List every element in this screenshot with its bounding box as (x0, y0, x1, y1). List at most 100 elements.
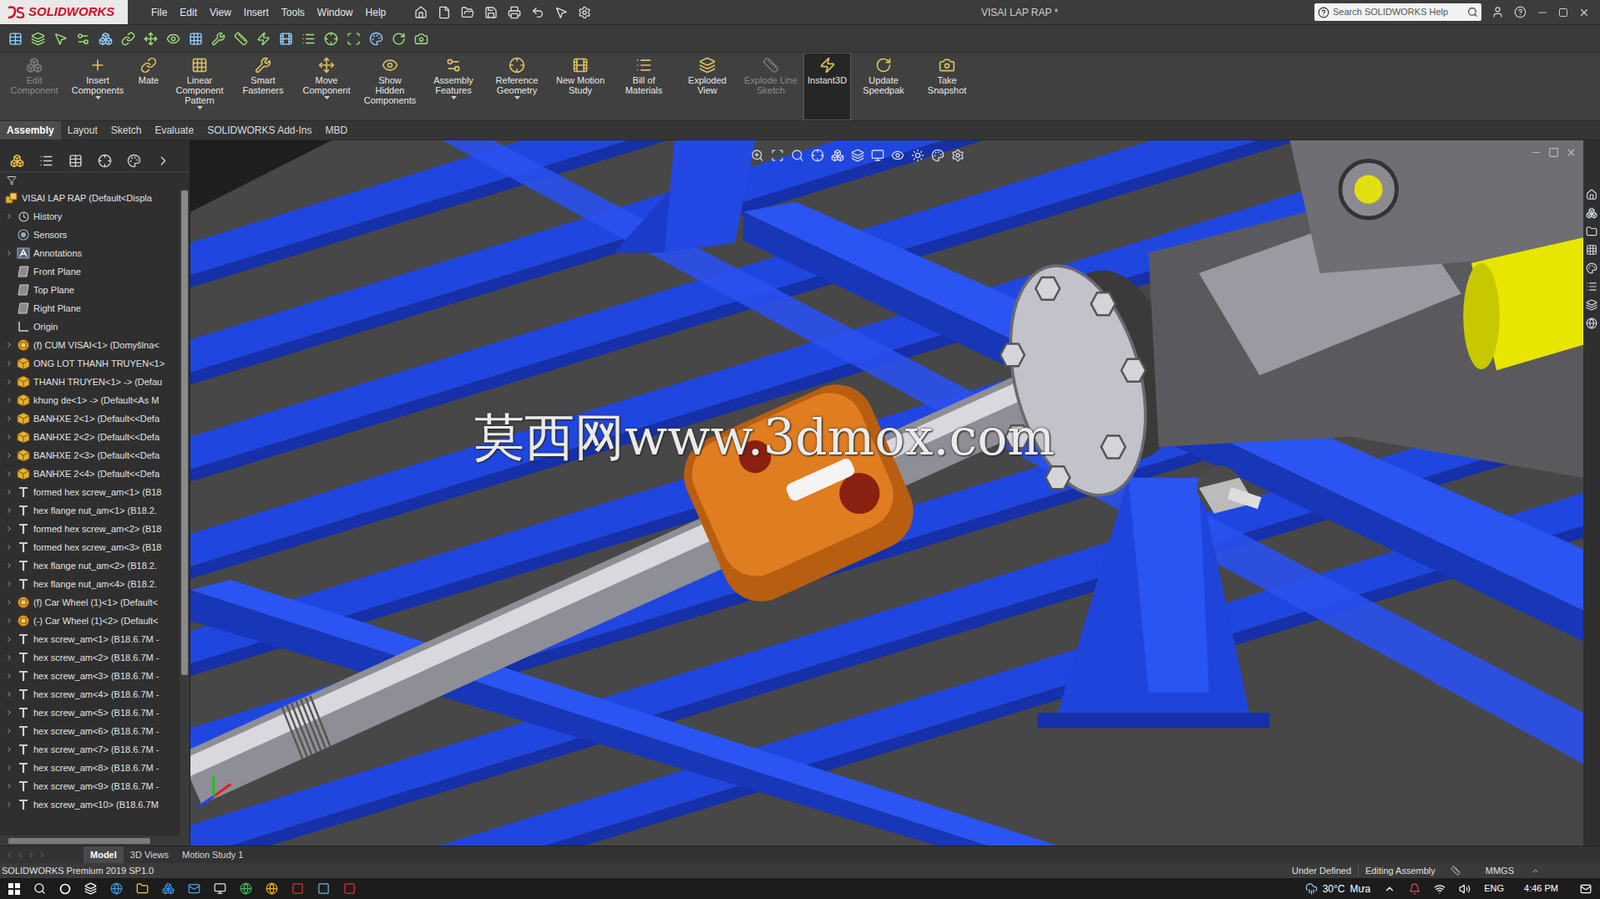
user-icon[interactable] (1491, 5, 1504, 19)
quick-access-icon[interactable] (531, 5, 545, 20)
unit-system[interactable]: MMGS (1468, 863, 1531, 878)
bottom-tab[interactable]: Model (83, 845, 124, 863)
expand-icon[interactable] (5, 395, 14, 405)
tree-row[interactable]: VISAI LAP RAP (Default<Displa (0, 188, 180, 208)
cortana-icon[interactable] (59, 882, 71, 895)
tree-row[interactable]: BANHXE 2<3> (Default<<Defa (0, 445, 180, 465)
panel-tab-icon[interactable] (39, 153, 54, 168)
command-button[interactable]: Move Component (295, 52, 358, 121)
clock[interactable]: 4:46 PM (1524, 881, 1559, 896)
view-tool-icon[interactable] (891, 148, 905, 163)
input-language[interactable]: ENG (1483, 881, 1504, 896)
toolbar-icon[interactable] (301, 31, 316, 46)
dropdown-arrow-icon[interactable] (95, 96, 102, 100)
expand-icon[interactable] (5, 542, 14, 552)
view-tool-icon[interactable] (750, 148, 765, 163)
tree-row[interactable]: Right Plane (0, 298, 180, 318)
task-pane-icon[interactable] (1585, 225, 1598, 238)
search-icon[interactable] (33, 881, 46, 895)
browser-icon[interactable] (239, 881, 253, 895)
viewport-control-icon[interactable] (1565, 146, 1577, 158)
tree-row[interactable]: Front Plane (0, 262, 180, 281)
toolbar-icon[interactable] (414, 31, 429, 46)
toolbar-icon[interactable] (233, 31, 249, 46)
view-tool-icon[interactable] (951, 148, 965, 163)
network-icon[interactable] (1433, 882, 1446, 895)
command-button[interactable]: Edit Component (3, 52, 66, 121)
tree-row[interactable]: Annotations (0, 243, 180, 263)
quick-access-icon[interactable] (414, 5, 428, 20)
vertical-scrollbar[interactable] (179, 188, 190, 836)
expand-icon[interactable] (5, 359, 14, 368)
panel-tab-icon[interactable] (10, 153, 25, 168)
command-button[interactable]: Smart Fasteners (232, 52, 294, 121)
notifications-icon[interactable] (1579, 882, 1592, 895)
tree-row[interactable]: BANHXE 2<4> (Default<<Defa (0, 464, 180, 483)
command-button[interactable]: Exploded View (676, 52, 739, 121)
command-button[interactable]: Instant3D (803, 52, 851, 121)
bottom-tab[interactable]: Motion Study 1 (175, 845, 250, 863)
expand-icon[interactable] (5, 671, 14, 680)
toolbar-icon[interactable] (143, 31, 158, 46)
expand-icon[interactable] (5, 689, 14, 699)
expand-icon[interactable] (5, 432, 14, 441)
view-tool-icon[interactable] (830, 148, 845, 163)
expand-icon[interactable] (5, 561, 14, 570)
command-button[interactable]: New Motion Study (549, 52, 612, 121)
tree-row[interactable]: hex screw_am<6> (B18.6.7M - (0, 721, 180, 740)
toolbar-icon[interactable] (121, 31, 136, 46)
expand-icon[interactable] (5, 800, 14, 809)
expand-icon[interactable] (5, 506, 14, 515)
rebuild-icon[interactable] (1450, 865, 1461, 876)
solidworks-taskbar-icon[interactable] (343, 881, 356, 895)
tree-row[interactable]: hex screw_am<5> (B18.6.7M - (0, 703, 180, 722)
task-pane-icon[interactable] (1585, 280, 1598, 293)
app-icon[interactable] (213, 881, 227, 895)
app-logo[interactable]: SOLIDWORKS (0, 0, 128, 25)
expand-icon[interactable] (5, 708, 14, 717)
tree-row[interactable]: BANHXE 2<2> (Default<<Defa (0, 427, 180, 446)
quick-access-icon[interactable] (437, 5, 451, 20)
menu-item[interactable]: Tools (281, 5, 305, 21)
menu-item[interactable]: File (151, 5, 168, 21)
expand-icon[interactable] (5, 450, 14, 460)
tree-row[interactable]: (f) CUM VISAI<1> (Domyšlna< (0, 335, 180, 355)
windows-logo-icon[interactable] (8, 882, 21, 895)
tab[interactable]: Assembly (0, 121, 61, 140)
panel-tab-icon[interactable] (156, 153, 171, 168)
app3-icon[interactable] (317, 881, 330, 895)
command-button[interactable]: Mate (130, 52, 168, 121)
quick-access-icon[interactable] (577, 5, 592, 20)
help-menu-icon[interactable] (1513, 5, 1527, 19)
tree-row[interactable]: hex flange nut_am<1> (B18.2. (0, 501, 180, 520)
quick-access-icon[interactable] (484, 5, 498, 20)
chrome-icon[interactable] (265, 881, 279, 895)
bottom-tab[interactable]: 3D Views (123, 845, 176, 863)
tab-scroll-icon[interactable] (15, 850, 26, 860)
horizontal-scrollbar[interactable] (0, 835, 190, 846)
tree-row[interactable]: hex screw_am<9> (B18.6.7M - (0, 776, 180, 795)
tree-row[interactable]: History (0, 207, 180, 226)
view-tool-icon[interactable] (911, 148, 925, 163)
tab[interactable]: MBD (318, 121, 355, 140)
tree-row[interactable]: Origin (0, 317, 180, 336)
help-search[interactable]: Search SOLIDWORKS Help (1314, 3, 1482, 21)
tab[interactable]: Sketch (104, 121, 149, 140)
tab[interactable]: Evaluate (147, 121, 201, 140)
tree-row[interactable]: formed hex screw_am<2> (B18 (0, 519, 180, 538)
tree-row[interactable]: THANH TRUYEN<1> -> (Defau (0, 372, 180, 391)
tree-row[interactable]: Sensors (0, 225, 180, 244)
units-menu-icon[interactable] (1530, 865, 1540, 876)
panel-tab-icon[interactable] (68, 153, 83, 168)
toolbar-icon[interactable] (53, 31, 68, 46)
dropdown-arrow-icon[interactable] (324, 96, 330, 100)
store-icon[interactable] (162, 881, 175, 895)
command-button[interactable]: Linear Component Pattern (168, 52, 231, 121)
command-button[interactable]: Reference Geometry (486, 52, 548, 121)
view-tool-icon[interactable] (790, 148, 805, 163)
edge-icon[interactable] (110, 881, 123, 895)
expand-icon[interactable] (5, 524, 14, 533)
close-icon[interactable] (1578, 6, 1590, 19)
toolbar-icon[interactable] (188, 31, 203, 46)
command-button[interactable]: Update Speedpak (852, 52, 915, 121)
